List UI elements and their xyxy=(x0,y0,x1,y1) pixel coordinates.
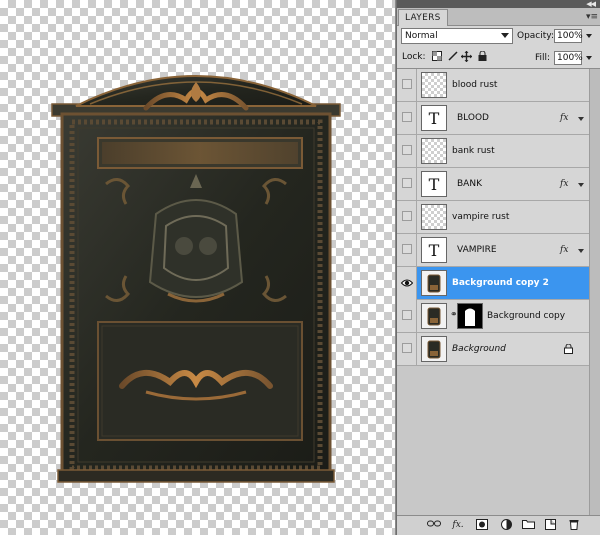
layer-row-vampire[interactable]: T VAMPIRE fx xyxy=(397,234,589,267)
mailbox-image xyxy=(51,75,341,483)
trash-icon[interactable] xyxy=(567,519,581,532)
opacity-label: Opacity: xyxy=(517,31,554,41)
panel-title-bar[interactable]: ◀◀ xyxy=(397,0,600,8)
layer-list: blood rust T BLOOD fx bank rust T BANK f… xyxy=(397,68,600,515)
layer-visibility-toggle[interactable] xyxy=(397,102,417,135)
lock-icon xyxy=(564,344,573,354)
layer-row-blood-rust[interactable]: blood rust xyxy=(397,69,589,102)
text-layer-thumbnail-icon: T xyxy=(421,237,447,263)
lock-transparent-pixels-icon[interactable] xyxy=(431,51,442,62)
layer-visibility-toggle[interactable] xyxy=(397,69,417,102)
chevron-down-icon xyxy=(501,33,509,38)
layers-panel: ◀◀ LAYERS ▾≡ Normal Opacity: 100% Lock: … xyxy=(396,0,600,535)
layer-visibility-toggle[interactable] xyxy=(397,234,417,267)
visibility-off-icon xyxy=(402,343,412,353)
opacity-dropdown-icon[interactable] xyxy=(586,34,592,38)
expand-effects-icon[interactable] xyxy=(578,183,584,187)
new-layer-icon[interactable] xyxy=(543,519,557,532)
layer-name[interactable]: Background copy xyxy=(487,300,565,333)
lock-label: Lock: xyxy=(402,52,426,62)
layer-name[interactable]: VAMPIRE xyxy=(457,234,497,267)
tab-layers[interactable]: LAYERS xyxy=(398,9,448,26)
layer-row-bank-rust[interactable]: bank rust xyxy=(397,135,589,168)
layer-name[interactable]: BLOOD xyxy=(457,102,489,135)
lock-position-icon[interactable] xyxy=(461,51,472,62)
blend-mode-value: Normal xyxy=(405,31,438,41)
panel-menu-icon[interactable]: ▾≡ xyxy=(586,11,598,23)
visibility-off-icon xyxy=(402,178,412,188)
lock-all-icon[interactable] xyxy=(477,50,488,62)
layer-row-bank[interactable]: T BANK fx xyxy=(397,168,589,201)
document-canvas[interactable] xyxy=(0,0,396,535)
blend-mode-select[interactable]: Normal xyxy=(401,28,513,44)
layer-visibility-toggle[interactable] xyxy=(397,168,417,201)
layer-list-scrollbar[interactable] xyxy=(589,69,600,515)
layer-thumbnail-mailbox xyxy=(421,303,447,329)
layer-row-vampire-rust[interactable]: vampire rust xyxy=(397,201,589,234)
layer-row-blood[interactable]: T BLOOD fx xyxy=(397,102,589,135)
expand-effects-icon[interactable] xyxy=(578,117,584,121)
fx-icon[interactable]: fx xyxy=(560,168,568,201)
layer-visibility-toggle[interactable] xyxy=(397,135,417,168)
fx-icon[interactable]: fx xyxy=(560,102,568,135)
visibility-off-icon xyxy=(402,79,412,89)
expand-effects-icon[interactable] xyxy=(578,249,584,253)
layer-visibility-toggle[interactable] xyxy=(397,201,417,234)
layer-name[interactable]: bank rust xyxy=(452,135,495,168)
layer-thumbnail-empty xyxy=(421,72,447,98)
adjustment-layer-icon[interactable] xyxy=(499,519,513,532)
visibility-off-icon xyxy=(402,112,412,122)
lock-image-pixels-icon[interactable] xyxy=(447,51,458,62)
fill-field[interactable]: 100% xyxy=(554,51,583,65)
visibility-off-icon xyxy=(402,244,412,254)
layer-row-background[interactable]: Background xyxy=(397,333,589,366)
layer-mask-thumbnail[interactable] xyxy=(457,303,483,329)
layer-name[interactable]: vampire rust xyxy=(452,201,509,234)
layer-row-background-copy-2[interactable]: Background copy 2 xyxy=(397,267,589,300)
opacity-field[interactable]: 100% xyxy=(554,29,583,43)
layer-name[interactable]: Background copy 2 xyxy=(452,267,549,300)
fx-icon[interactable]: fx xyxy=(560,234,568,267)
panel-tab-bar: LAYERS ▾≡ xyxy=(397,8,600,26)
text-layer-thumbnail-icon: T xyxy=(421,171,447,197)
layers-bottom-toolbar: fx. xyxy=(397,515,600,535)
layer-thumbnail-empty xyxy=(421,138,447,164)
layer-name[interactable]: blood rust xyxy=(452,69,497,102)
text-layer-thumbnail-icon: T xyxy=(421,105,447,131)
add-layer-style-icon[interactable]: fx. xyxy=(451,519,465,532)
visibility-off-icon xyxy=(402,211,412,221)
visibility-off-icon xyxy=(402,310,412,320)
fill-dropdown-icon[interactable] xyxy=(586,56,592,60)
visibility-off-icon xyxy=(402,145,412,155)
new-group-icon[interactable] xyxy=(521,519,535,532)
fill-label: Fill: xyxy=(535,53,551,63)
eye-icon xyxy=(401,279,413,287)
layer-visibility-toggle[interactable] xyxy=(397,300,417,333)
layer-name[interactable]: BANK xyxy=(457,168,482,201)
collapse-panel-icon[interactable]: ◀◀ xyxy=(586,0,596,8)
layer-name[interactable]: Background xyxy=(452,333,506,366)
layer-row-background-copy[interactable]: ⚭ Background copy xyxy=(397,300,589,333)
link-layers-icon[interactable] xyxy=(427,519,441,532)
layer-thumbnail-mailbox xyxy=(421,336,447,362)
layer-visibility-toggle[interactable] xyxy=(397,267,417,300)
layer-thumbnail-mailbox xyxy=(421,270,447,296)
layer-visibility-toggle[interactable] xyxy=(397,333,417,366)
layer-thumbnail-empty xyxy=(421,204,447,230)
add-mask-icon[interactable] xyxy=(475,519,489,532)
